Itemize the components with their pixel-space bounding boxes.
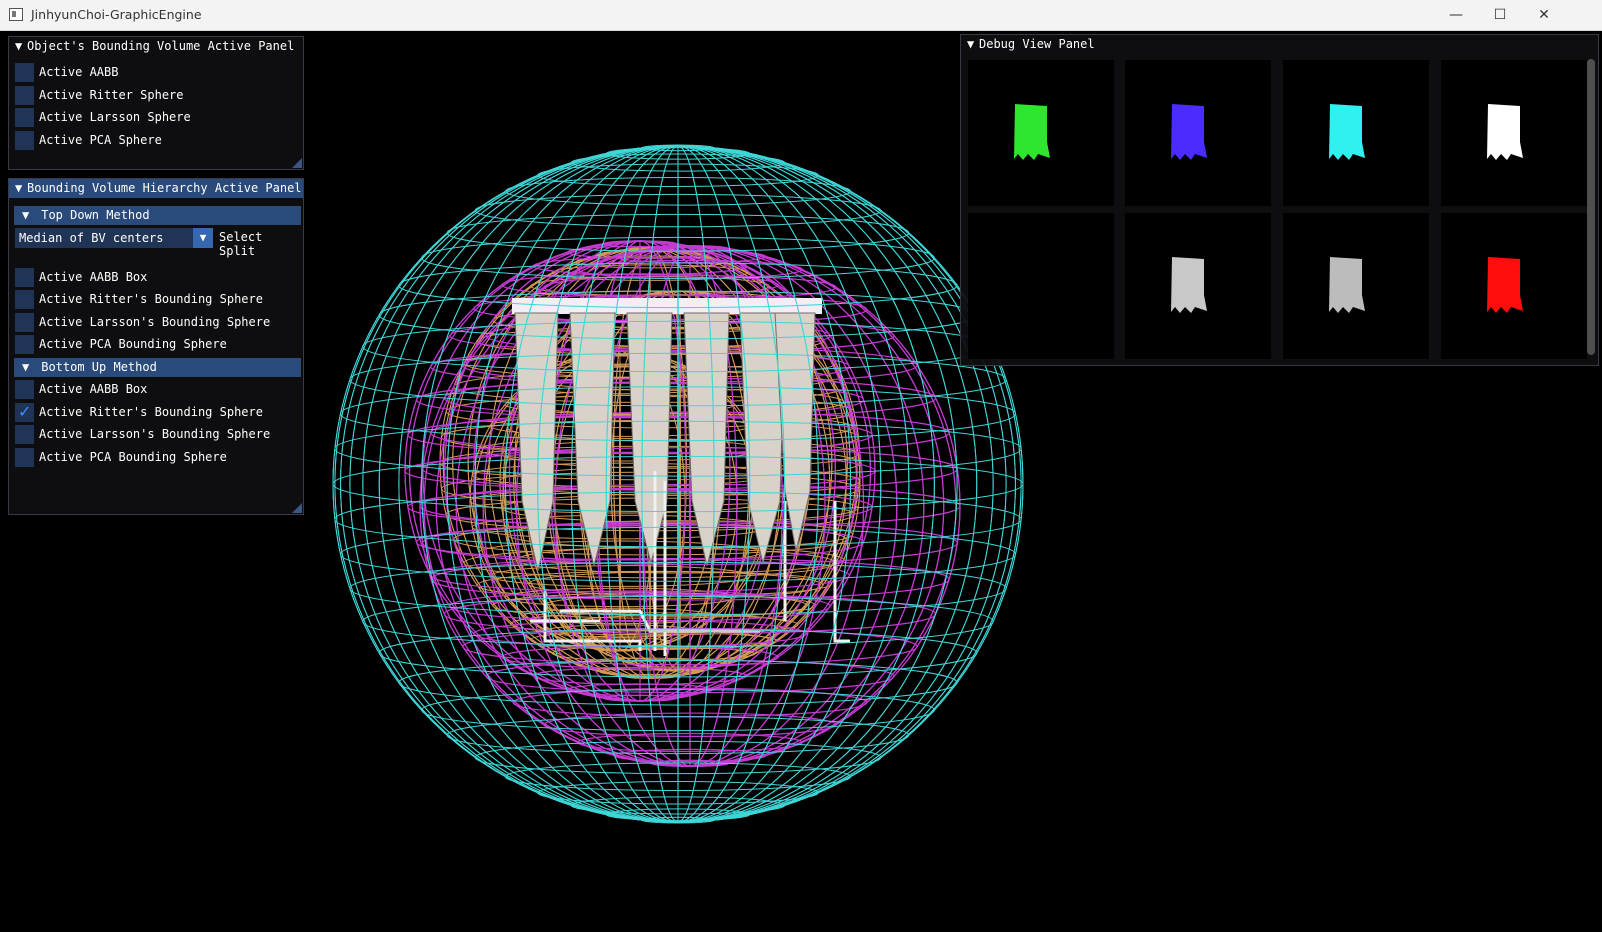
checkbox-label: Active AABB: [39, 65, 119, 79]
debug-thumbnail-position: [968, 60, 1114, 206]
top-down-method-header[interactable]: ▼ Top Down Method: [14, 206, 301, 225]
resize-grip-icon[interactable]: [292, 503, 302, 513]
object-bv-panel-title: Object's Bounding Volume Active Panel: [27, 39, 295, 53]
collapse-triangle-icon: ▼: [967, 37, 975, 51]
bvh-panel: ▼ Bounding Volume Hierarchy Active Panel …: [8, 178, 304, 515]
checkbox-icon[interactable]: [15, 62, 34, 82]
debug-thumbnail-normal: [1125, 60, 1271, 206]
window-title: JinhyunChoi-GraphicEngine: [31, 7, 202, 22]
collapse-triangle-icon: ▼: [22, 360, 30, 374]
checkbox-icon[interactable]: [15, 334, 34, 354]
checkbox-label: Active Larsson Sphere: [39, 110, 191, 124]
checkbox-icon[interactable]: [15, 267, 34, 287]
debug-thumbnail-shape: [1171, 104, 1207, 160]
checkbox-active-larsson-sphere[interactable]: Active Larsson Sphere: [15, 107, 191, 127]
checkbox-label: Active PCA Bounding Sphere: [39, 337, 227, 351]
debug-thumbnail-empty: [968, 213, 1114, 359]
debug-panel-scrollbar[interactable]: [1587, 59, 1595, 355]
checkbox-icon[interactable]: [15, 85, 34, 105]
checkbox-label: Active PCA Bounding Sphere: [39, 450, 227, 464]
object-bounding-volume-panel: ▼ Object's Bounding Volume Active Panel A…: [8, 36, 304, 170]
bottom-up-title: Bottom Up Method: [41, 360, 157, 374]
checkbox-label: Active Ritter's Bounding Sphere: [39, 405, 263, 419]
checkbox-label: Active AABB Box: [39, 270, 148, 284]
debug-thumbnail-gray-a: [1125, 213, 1271, 359]
checkbox-active-aabb[interactable]: Active AABB: [15, 62, 118, 82]
debug-panel-title: Debug View Panel: [979, 37, 1095, 51]
checkbox-label: Active Larsson's Bounding Sphere: [39, 427, 271, 441]
close-button[interactable]: ✕: [1521, 0, 1567, 30]
debug-thumbnail-shape: [1014, 104, 1050, 160]
checkbox-icon[interactable]: [15, 379, 34, 399]
checkbox-label: Active Ritter's Bounding Sphere: [39, 292, 263, 306]
checkbox-checked-icon[interactable]: [15, 402, 34, 422]
debug-thumbnail-gray-b: [1283, 213, 1429, 359]
magenta-bounding-spheres: [404, 240, 961, 768]
debug-thumbnail-shape: [1171, 257, 1207, 313]
minimize-button[interactable]: —: [1433, 0, 1479, 30]
maximize-button[interactable]: ☐: [1477, 0, 1523, 30]
checkbox-icon[interactable]: [15, 130, 34, 150]
checkbox-label: Active AABB Box: [39, 382, 148, 396]
cyan-sphere: [332, 144, 1024, 824]
debug-thumbnail-shape: [1487, 104, 1523, 160]
checkbox-icon[interactable]: [15, 289, 34, 309]
td-checkbox-aabb-box[interactable]: Active AABB Box: [15, 267, 147, 287]
td-checkbox-larsson-sphere[interactable]: Active Larsson's Bounding Sphere: [15, 312, 270, 332]
checkbox-icon[interactable]: [15, 447, 34, 467]
object-bv-panel-header[interactable]: ▼ Object's Bounding Volume Active Panel: [9, 37, 303, 56]
bu-checkbox-aabb-box[interactable]: Active AABB Box: [15, 379, 147, 399]
split-method-combo[interactable]: Median of BV centers ▼: [15, 228, 213, 248]
bottom-up-method-header[interactable]: ▼ Bottom Up Method: [14, 358, 301, 377]
scrollbar-thumb[interactable]: [1587, 59, 1595, 355]
debug-thumbnail-shape: [1329, 257, 1365, 313]
collapse-triangle-icon: ▼: [22, 208, 30, 222]
td-checkbox-pca-sphere[interactable]: Active PCA Bounding Sphere: [15, 334, 227, 354]
collapse-triangle-icon: ▼: [15, 39, 23, 53]
checkbox-icon[interactable]: [15, 107, 34, 127]
split-method-value: Median of BV centers: [19, 231, 164, 245]
chevron-down-icon[interactable]: ▼: [193, 228, 213, 248]
checkbox-label: Active Ritter Sphere: [39, 88, 184, 102]
collapse-triangle-icon: ▼: [15, 181, 23, 195]
bu-checkbox-ritter-sphere[interactable]: Active Ritter's Bounding Sphere: [15, 402, 263, 422]
resize-grip-icon[interactable]: [292, 158, 302, 168]
debug-panel-header[interactable]: ▼ Debug View Panel: [961, 35, 1598, 54]
debug-thumbnail-red: [1441, 213, 1587, 359]
bvh-panel-header[interactable]: ▼ Bounding Volume Hierarchy Active Panel: [9, 179, 303, 198]
outer-bounding-sphere: [332, 144, 1024, 824]
td-checkbox-ritter-sphere[interactable]: Active Ritter's Bounding Sphere: [15, 289, 263, 309]
checkbox-label: Active PCA Sphere: [39, 133, 162, 147]
debug-thumbnail-shape: [1329, 104, 1365, 160]
checkbox-active-ritter-sphere[interactable]: Active Ritter Sphere: [15, 85, 184, 105]
checkbox-active-pca-sphere[interactable]: Active PCA Sphere: [15, 130, 162, 150]
debug-view-panel: ▼ Debug View Panel: [960, 34, 1599, 366]
checkbox-label: Active Larsson's Bounding Sphere: [39, 315, 271, 329]
checkbox-icon[interactable]: [15, 424, 34, 444]
bu-checkbox-pca-sphere[interactable]: Active PCA Bounding Sphere: [15, 447, 227, 467]
debug-thumbnail-uv: [1283, 60, 1429, 206]
debug-thumbnail-albedo: [1441, 60, 1587, 206]
debug-thumbnail-shape: [1487, 257, 1523, 313]
split-method-label: Select Split: [219, 230, 263, 258]
window-titlebar: JinhyunChoi-GraphicEngine — ☐ ✕: [0, 0, 1602, 31]
app-icon: [9, 8, 23, 21]
checkbox-icon[interactable]: [15, 312, 34, 332]
bu-checkbox-larsson-sphere[interactable]: Active Larsson's Bounding Sphere: [15, 424, 270, 444]
bvh-panel-title: Bounding Volume Hierarchy Active Panel: [27, 181, 302, 195]
top-down-title: Top Down Method: [41, 208, 150, 222]
